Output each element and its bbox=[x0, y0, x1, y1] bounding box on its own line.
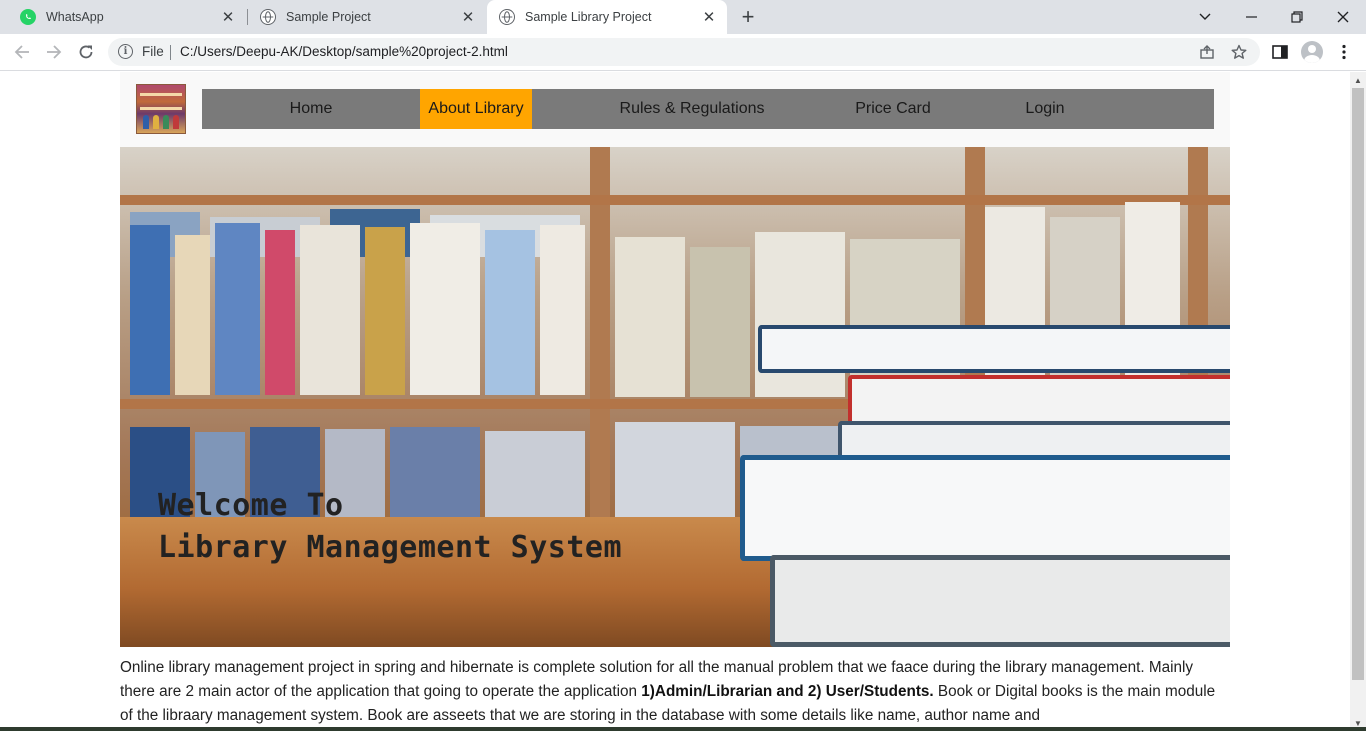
about-description: Online library management project in spr… bbox=[120, 656, 1230, 728]
minimize-button[interactable] bbox=[1228, 0, 1274, 34]
tab-sample-library-project[interactable]: Sample Library Project ✕ bbox=[487, 0, 727, 34]
description-actors: 1)Admin/Librarian and 2) User/Students. bbox=[641, 683, 934, 700]
page-viewport: Home About Library Rules & Regulations P… bbox=[0, 72, 1350, 731]
page-scrollbar[interactable]: ▲ ▼ bbox=[1350, 72, 1366, 731]
reload-button[interactable] bbox=[74, 40, 98, 64]
close-tab-icon[interactable]: ✕ bbox=[218, 7, 238, 27]
book-stack bbox=[740, 325, 1230, 647]
nav-home[interactable]: Home bbox=[280, 89, 342, 129]
close-window-button[interactable] bbox=[1320, 0, 1366, 34]
globe-icon bbox=[499, 9, 515, 25]
forward-button[interactable] bbox=[42, 40, 66, 64]
site-info-icon[interactable]: i bbox=[118, 44, 133, 59]
side-panel-icon[interactable] bbox=[1268, 40, 1292, 64]
scroll-up-icon[interactable]: ▲ bbox=[1350, 72, 1366, 88]
hero-banner: Welcome To Library Management System bbox=[120, 147, 1230, 647]
file-scheme-label: File bbox=[142, 44, 164, 59]
new-tab-button[interactable]: + bbox=[736, 6, 760, 28]
bookmark-star-icon[interactable] bbox=[1230, 43, 1248, 61]
whatsapp-icon bbox=[20, 9, 36, 25]
hero-title-line2: Library Management System bbox=[158, 530, 623, 565]
address-bar[interactable]: i File C:/Users/Deepu-AK/Desktop/sample%… bbox=[108, 38, 1260, 66]
tab-strip: WhatsApp ✕ Sample Project ✕ Sample Libra… bbox=[0, 0, 1366, 34]
book-row bbox=[120, 215, 590, 395]
share-icon[interactable] bbox=[1198, 43, 1216, 61]
nav-rules-regulations[interactable]: Rules & Regulations bbox=[612, 89, 772, 129]
nav-price-card[interactable]: Price Card bbox=[850, 89, 936, 129]
library-logo[interactable] bbox=[136, 84, 186, 134]
tab-search-button[interactable] bbox=[1182, 0, 1228, 34]
nav-about-library[interactable]: About Library bbox=[420, 89, 532, 129]
url-text[interactable]: C:/Users/Deepu-AK/Desktop/sample%20proje… bbox=[180, 44, 508, 59]
profile-avatar-icon[interactable] bbox=[1300, 40, 1324, 64]
main-nav: Home About Library Rules & Regulations P… bbox=[202, 89, 1214, 129]
page-container: Home About Library Rules & Regulations P… bbox=[120, 72, 1230, 724]
tab-sample-project[interactable]: Sample Project ✕ bbox=[248, 0, 486, 34]
close-tab-icon[interactable]: ✕ bbox=[458, 7, 478, 27]
scrollbar-thumb[interactable] bbox=[1352, 88, 1364, 680]
nav-login[interactable]: Login bbox=[1018, 89, 1072, 129]
hero-title-line1: Welcome To bbox=[158, 488, 344, 523]
globe-icon bbox=[260, 9, 276, 25]
tab-title: Sample Project bbox=[286, 10, 371, 24]
tab-title: WhatsApp bbox=[46, 10, 104, 24]
tab-whatsapp[interactable]: WhatsApp ✕ bbox=[0, 0, 246, 34]
taskbar-edge bbox=[0, 727, 1366, 731]
browser-toolbar: i File C:/Users/Deepu-AK/Desktop/sample%… bbox=[0, 34, 1366, 71]
site-header: Home About Library Rules & Regulations P… bbox=[120, 72, 1230, 147]
close-tab-icon[interactable]: ✕ bbox=[699, 7, 719, 27]
back-button[interactable] bbox=[10, 40, 34, 64]
tab-title: Sample Library Project bbox=[525, 10, 652, 24]
hero-title: Welcome To Library Management System bbox=[158, 485, 622, 569]
divider bbox=[170, 45, 171, 60]
menu-kebab-icon[interactable] bbox=[1332, 40, 1356, 64]
restore-button[interactable] bbox=[1274, 0, 1320, 34]
